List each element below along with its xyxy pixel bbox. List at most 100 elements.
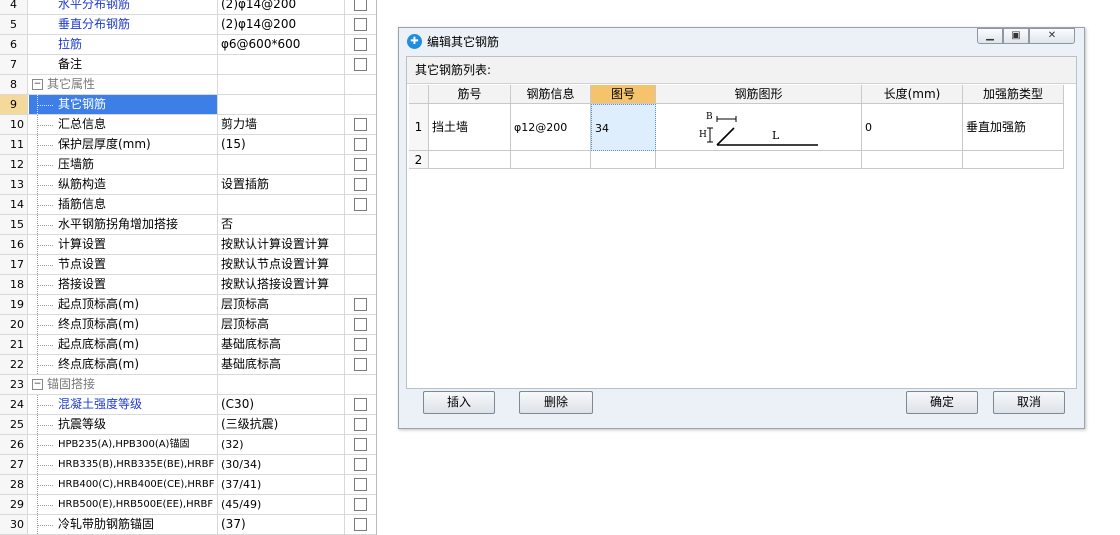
column-header-length[interactable]: 长度(mm): [862, 85, 963, 104]
row-number[interactable]: 15: [0, 215, 28, 234]
property-name-cell[interactable]: 备注: [29, 55, 218, 74]
row-number[interactable]: 9: [0, 95, 28, 114]
attach-checkbox[interactable]: [354, 0, 367, 11]
property-value[interactable]: [218, 375, 345, 394]
property-row[interactable]: 7 备注: [0, 55, 376, 75]
attach-checkbox[interactable]: [354, 158, 367, 171]
property-row[interactable]: 14 插筋信息: [0, 195, 376, 215]
property-name-cell[interactable]: − 锚固搭接: [29, 375, 218, 394]
row-number[interactable]: 23: [0, 375, 28, 394]
property-row[interactable]: 26 HPB235(A),HPB300(A)锚固 (32): [0, 435, 376, 455]
cell-type[interactable]: 垂直加强筋: [963, 104, 1064, 151]
attach-checkbox[interactable]: [354, 18, 367, 31]
property-name-cell[interactable]: 抗震等级: [29, 415, 218, 434]
row-number[interactable]: 8: [0, 75, 28, 94]
property-name-cell[interactable]: 压墙筋: [29, 155, 218, 174]
row-number[interactable]: 13: [0, 175, 28, 194]
property-name-cell[interactable]: 汇总信息: [29, 115, 218, 134]
cancel-button[interactable]: 取消: [993, 391, 1065, 414]
attach-checkbox[interactable]: [354, 178, 367, 191]
property-value[interactable]: [218, 75, 345, 94]
property-row[interactable]: 4 水平分布钢筋 (2)φ14@200: [0, 0, 376, 15]
property-name-cell[interactable]: 冷轧带肋钢筋锚固: [29, 515, 218, 534]
row-number[interactable]: 2: [409, 151, 429, 169]
property-row[interactable]: 15 水平钢筋拐角增加搭接 否: [0, 215, 376, 235]
row-number[interactable]: 16: [0, 235, 28, 254]
property-row[interactable]: 24 混凝土强度等级 (C30): [0, 395, 376, 415]
property-name-cell[interactable]: 保护层厚度(mm): [29, 135, 218, 154]
property-row[interactable]: 27 HRB335(B),HRB335E(BE),HRBF (30/34): [0, 455, 376, 475]
property-name-cell[interactable]: 起点底标高(m): [29, 335, 218, 354]
property-value[interactable]: (2)φ14@200: [218, 15, 345, 34]
property-row[interactable]: 29 HRB500(E),HRB500E(EE),HRBF (45/49): [0, 495, 376, 515]
property-value[interactable]: (37/41): [218, 475, 345, 494]
property-value[interactable]: 按默认节点设置计算: [218, 255, 345, 274]
attach-checkbox[interactable]: [354, 298, 367, 311]
row-number[interactable]: 6: [0, 35, 28, 54]
row-number[interactable]: 11: [0, 135, 28, 154]
cell-length[interactable]: [862, 151, 963, 169]
column-header-type[interactable]: 加强筋类型: [963, 85, 1064, 104]
column-header-shape[interactable]: 钢筋图形: [656, 85, 862, 104]
dialog-titlebar[interactable]: ✚ 编辑其它钢筋 ▁ ▣ ✕: [399, 28, 1084, 55]
property-value[interactable]: (45/49): [218, 495, 345, 514]
property-group-row[interactable]: 8− 其它属性: [0, 75, 376, 95]
column-header-shape-no[interactable]: 图号: [591, 85, 656, 104]
property-name-cell[interactable]: 水平分布钢筋: [29, 0, 218, 14]
row-number[interactable]: 28: [0, 475, 28, 494]
property-row[interactable]: 5 垂直分布钢筋 (2)φ14@200: [0, 15, 376, 35]
property-value[interactable]: (30/34): [218, 455, 345, 474]
minimize-button[interactable]: ▁: [977, 28, 1003, 44]
cell-shape-no[interactable]: 34: [591, 104, 656, 151]
column-header-bar-name[interactable]: 筋号: [429, 85, 511, 104]
row-number[interactable]: 10: [0, 115, 28, 134]
ok-button[interactable]: 确定: [906, 391, 978, 414]
property-value[interactable]: 剪力墙: [218, 115, 345, 134]
property-name-cell[interactable]: 水平钢筋拐角增加搭接: [29, 215, 218, 234]
property-value[interactable]: [218, 95, 345, 114]
property-value[interactable]: (2)φ14@200: [218, 0, 345, 14]
attach-checkbox[interactable]: [354, 438, 367, 451]
property-value[interactable]: 设置插筋: [218, 175, 345, 194]
property-name-cell[interactable]: HRB400(C),HRB400E(CE),HRBF: [29, 475, 218, 494]
collapse-icon[interactable]: −: [32, 379, 43, 390]
property-name-cell[interactable]: 节点设置: [29, 255, 218, 274]
property-value[interactable]: [218, 195, 345, 214]
attach-checkbox[interactable]: [354, 138, 367, 151]
property-name-cell[interactable]: 终点底标高(m): [29, 355, 218, 374]
cell-shape-no[interactable]: [591, 151, 656, 169]
row-number[interactable]: 26: [0, 435, 28, 454]
property-name-cell[interactable]: 垂直分布钢筋: [29, 15, 218, 34]
row-number[interactable]: 21: [0, 335, 28, 354]
cell-bar-name[interactable]: [429, 151, 511, 169]
property-row[interactable]: 16 计算设置 按默认计算设置计算: [0, 235, 376, 255]
property-row[interactable]: 13 纵筋构造 设置插筋: [0, 175, 376, 195]
property-row[interactable]: 25 抗震等级 (三级抗震): [0, 415, 376, 435]
property-row[interactable]: 18 搭接设置 按默认搭接设置计算: [0, 275, 376, 295]
attach-checkbox[interactable]: [354, 58, 367, 71]
property-value[interactable]: 按默认计算设置计算: [218, 235, 345, 254]
attach-checkbox[interactable]: [354, 418, 367, 431]
property-value[interactable]: (三级抗震): [218, 415, 345, 434]
property-row[interactable]: 17 节点设置 按默认节点设置计算: [0, 255, 376, 275]
attach-checkbox[interactable]: [354, 338, 367, 351]
row-number[interactable]: 20: [0, 315, 28, 334]
cell-shape[interactable]: [656, 151, 862, 169]
row-number[interactable]: 29: [0, 495, 28, 514]
row-number[interactable]: 5: [0, 15, 28, 34]
row-number[interactable]: 22: [0, 355, 28, 374]
property-name-cell[interactable]: 计算设置: [29, 235, 218, 254]
property-value[interactable]: 基础底标高: [218, 335, 345, 354]
attach-checkbox[interactable]: [354, 318, 367, 331]
property-row[interactable]: 11 保护层厚度(mm) (15): [0, 135, 376, 155]
cell-bar-info[interactable]: φ12@200: [511, 104, 591, 151]
property-value[interactable]: [218, 55, 345, 74]
property-name-cell[interactable]: 搭接设置: [29, 275, 218, 294]
attach-checkbox[interactable]: [354, 458, 367, 471]
attach-checkbox[interactable]: [354, 398, 367, 411]
property-value[interactable]: 按默认搭接设置计算: [218, 275, 345, 294]
row-number[interactable]: 17: [0, 255, 28, 274]
property-row[interactable]: 12 压墙筋: [0, 155, 376, 175]
property-name-cell[interactable]: 混凝土强度等级: [29, 395, 218, 414]
property-value[interactable]: 层顶标高: [218, 315, 345, 334]
